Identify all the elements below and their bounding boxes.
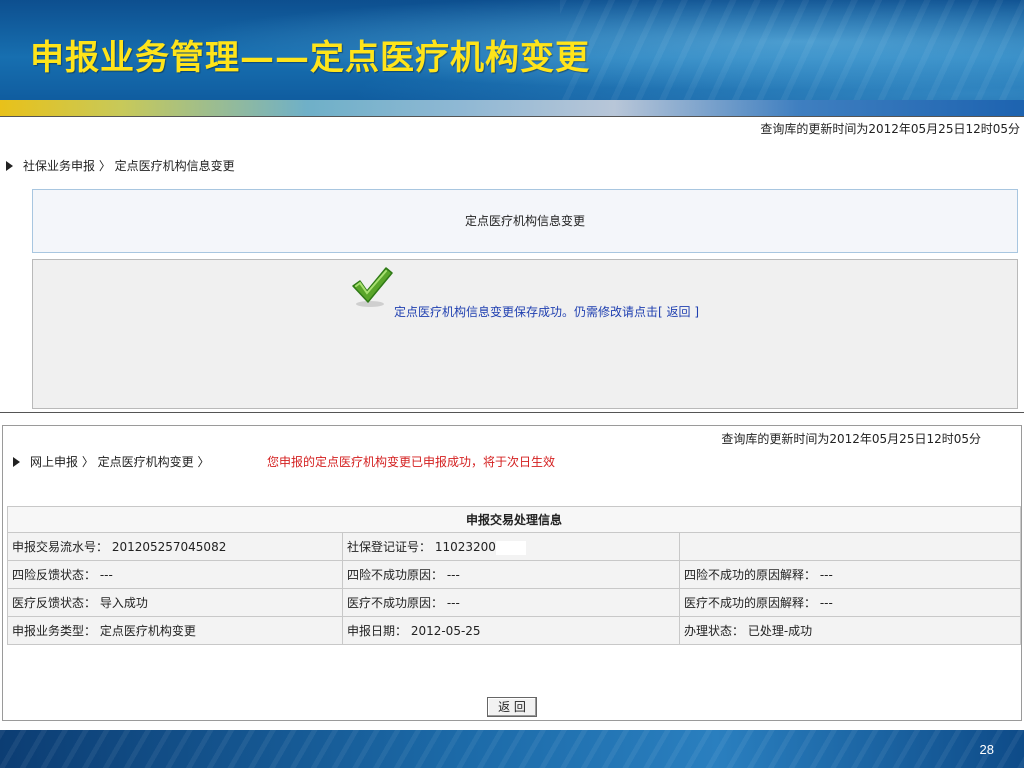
update-time: 查询库的更新时间为2012年05月25日12时05分 [760,122,1020,136]
table-cell: 医疗不成功的原因解释： --- [679,588,1021,617]
table-cell: 四险不成功原因： --- [342,560,680,589]
table-cell: 申报日期： 2012-05-25 [342,616,680,645]
table-cell: 四险反馈状态： --- [7,560,343,589]
breadcrumb: 网上申报 〉 定点医疗机构变更 〉 [13,453,209,470]
table-row: 医疗反馈状态： 导入成功 医疗不成功原因： --- 医疗不成功的原因解释： --… [7,588,1021,617]
triangle-icon [6,161,13,171]
breadcrumb-text: 社保业务申报 〉 定点医疗机构信息变更 [23,159,235,173]
table-row: 四险反馈状态： --- 四险不成功原因： --- 四险不成功的原因解释： --- [7,560,1021,589]
table-cell: 申报交易流水号： 201205257045082 [7,532,343,561]
checkmark-icon [352,267,393,307]
screenshot-result: 查询库的更新时间为2012年05月25日12时05分 网上申报 〉 定点医疗机构… [0,412,1024,730]
header-stripe [0,100,1024,116]
banner-decoration [560,0,1024,104]
cell-text: 社保登记证号： 11023200 [347,540,496,554]
panel-title: 定点医疗机构信息变更 [464,214,585,228]
screenshot-change-form: 查询库的更新时间为2012年05月25日12时05分 社保业务申报 〉 定点医疗… [0,116,1024,412]
slide: 申报业务管理——定点医疗机构变更 查询库的更新时间为2012年05月25日12时… [0,0,1024,768]
slide-title: 申报业务管理——定点医疗机构变更 [30,38,590,78]
triangle-icon [13,457,20,467]
table-cell: 办理状态： 已处理-成功 [679,616,1021,645]
update-time: 查询库的更新时间为2012年05月25日12时05分 [721,432,981,446]
panel-body [32,259,1018,409]
back-button[interactable]: 返 回 [487,697,537,717]
table-cell [679,532,1021,561]
table-cell: 医疗反馈状态： 导入成功 [7,588,343,617]
table-row: 申报交易流水号： 201205257045082 社保登记证号： 1102320… [7,532,1021,561]
table-title: 申报交易处理信息 [7,506,1021,533]
success-message[interactable]: 定点医疗机构信息变更保存成功。仍需修改请点击[ 返回 ] [394,303,699,320]
header-banner: 申报业务管理——定点医疗机构变更 [0,0,1024,104]
success-notice: 您申报的定点医疗机构变更已申报成功，将于次日生效 [267,455,556,469]
table-cell: 社保登记证号： 11023200 [342,532,680,561]
breadcrumb: 社保业务申报 〉 定点医疗机构信息变更 [6,157,235,174]
table-row: 申报业务类型： 定点医疗机构变更 申报日期： 2012-05-25 办理状态： … [7,616,1021,645]
page-number: 28 [979,742,994,757]
panel-header: 定点医疗机构信息变更 [32,189,1018,253]
transaction-info-table: 申报交易处理信息 申报交易流水号： 201205257045082 社保登记证号… [7,506,1021,645]
footer-bar: 28 [0,730,1024,768]
redaction-mask [495,540,526,555]
table-cell: 申报业务类型： 定点医疗机构变更 [7,616,343,645]
table-cell: 医疗不成功原因： --- [342,588,680,617]
breadcrumb-text: 网上申报 〉 定点医疗机构变更 〉 [30,455,210,469]
table-cell: 四险不成功的原因解释： --- [679,560,1021,589]
result-frame: 查询库的更新时间为2012年05月25日12时05分 网上申报 〉 定点医疗机构… [2,425,1022,721]
